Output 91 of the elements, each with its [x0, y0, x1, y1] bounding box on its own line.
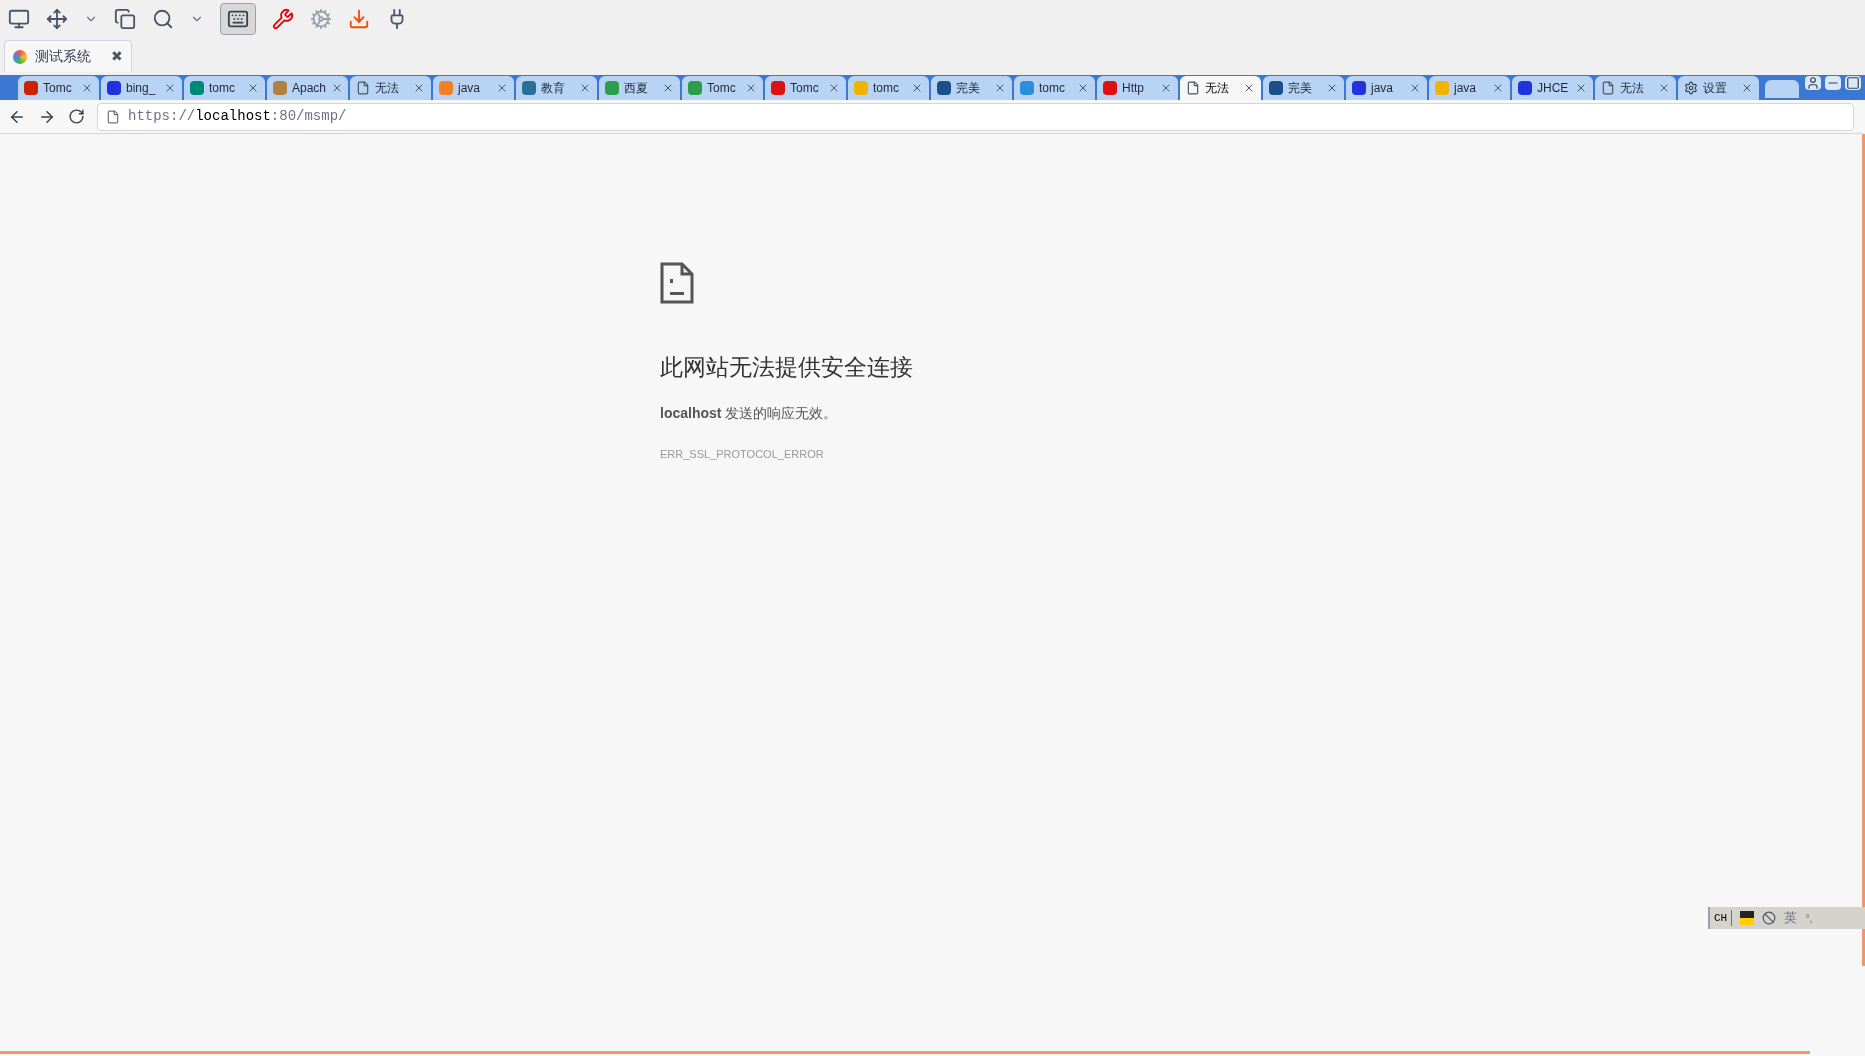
tab-title: 完美 — [1288, 80, 1313, 97]
error-title: 此网站无法提供安全连接 — [660, 353, 914, 382]
browser-tab[interactable]: tomc — [848, 76, 929, 100]
tab-title: 设置 — [1703, 80, 1728, 97]
browser-tab[interactable]: 设置 — [1678, 76, 1759, 100]
tab-title: Apach — [292, 80, 327, 97]
tab-title: tomc — [1039, 80, 1066, 97]
tab-title: JHCE — [1537, 80, 1570, 97]
close-icon[interactable] — [745, 82, 757, 94]
browser-tab[interactable]: 无法 — [1180, 76, 1261, 100]
browser-tab[interactable]: 完美 — [931, 76, 1012, 100]
page-icon — [1186, 81, 1200, 95]
browser-tab[interactable]: tomc — [184, 76, 265, 100]
close-icon[interactable] — [828, 82, 840, 94]
tab-title: tomc — [209, 80, 236, 97]
close-button[interactable]: ✖ — [111, 46, 123, 67]
close-icon[interactable] — [247, 82, 259, 94]
tab-title: 完美 — [956, 80, 981, 97]
browser-tab[interactable]: java — [433, 76, 514, 100]
browser-tab[interactable]: java — [1346, 76, 1427, 100]
close-icon[interactable] — [662, 82, 674, 94]
close-icon[interactable] — [1077, 82, 1089, 94]
browser-tab[interactable]: 完美 — [1263, 76, 1344, 100]
close-icon[interactable] — [1326, 82, 1338, 94]
tab-title: 西夏 — [624, 80, 649, 97]
browser-tab[interactable]: Http — [1097, 76, 1178, 100]
tab-title: 无法 — [375, 80, 400, 97]
tab-title: java — [1454, 80, 1477, 97]
tab-title: java — [1371, 80, 1394, 97]
tab-title: 无法 — [1620, 80, 1645, 97]
tab-title: bing_ — [126, 80, 157, 97]
settings-icon — [1684, 81, 1698, 95]
search-icon[interactable] — [152, 8, 174, 30]
close-icon[interactable] — [1160, 82, 1172, 94]
tab-title: tomc — [873, 80, 900, 97]
wrench-icon[interactable] — [272, 8, 294, 30]
address-bar[interactable]: https://localhost:80/msmp/ — [97, 102, 1854, 131]
tab-title: Tomc — [43, 80, 73, 97]
browser-tab[interactable]: 教育 — [516, 76, 597, 100]
browser-tab[interactable]: 西夏 — [599, 76, 680, 100]
close-icon[interactable] — [1243, 82, 1255, 94]
page-icon — [106, 109, 120, 124]
close-icon[interactable] — [164, 82, 176, 94]
tab-title: Http — [1122, 80, 1145, 97]
page-icon — [356, 81, 370, 95]
close-icon[interactable] — [1741, 82, 1753, 94]
close-icon[interactable] — [994, 82, 1006, 94]
reload-icon[interactable] — [68, 108, 85, 125]
close-icon[interactable] — [81, 82, 93, 94]
download-icon[interactable] — [348, 8, 370, 30]
close-icon[interactable] — [1492, 82, 1504, 94]
ime-language[interactable]: CH — [1714, 909, 1733, 927]
url-text: https://localhost:80/msmp/ — [128, 107, 347, 126]
browser-tab[interactable]: tomc — [1014, 76, 1095, 100]
user-icon[interactable] — [1805, 76, 1821, 90]
browser-tab[interactable]: 无法 — [1595, 76, 1676, 100]
close-icon[interactable] — [1575, 82, 1587, 94]
keyboard-button[interactable] — [220, 3, 256, 35]
block-icon[interactable] — [1762, 911, 1777, 925]
close-icon[interactable] — [579, 82, 591, 94]
maximize-icon[interactable] — [1845, 76, 1861, 90]
browser-tab[interactable]: JHCE — [1512, 76, 1593, 100]
browser-tab[interactable]: Apach — [267, 76, 348, 100]
close-icon[interactable] — [496, 82, 508, 94]
browser-tab[interactable]: Tomc — [765, 76, 846, 100]
app-logo-icon — [13, 49, 27, 64]
move-icon[interactable] — [46, 8, 68, 30]
page-icon — [1601, 81, 1615, 95]
tab-title: Tomc — [790, 80, 820, 97]
browser-tab[interactable]: Tomc — [682, 76, 763, 100]
tab-title: java — [458, 80, 481, 97]
close-icon[interactable] — [413, 82, 425, 94]
close-icon[interactable] — [1658, 82, 1670, 94]
sad-page-icon — [660, 262, 694, 304]
ime-punctuation[interactable]: °, — [1805, 909, 1813, 927]
keyboard-icon — [227, 8, 249, 30]
app-tab-title: 测试系统 — [35, 47, 91, 66]
browser-tab[interactable]: bing_ — [101, 76, 182, 100]
tab-title: 无法 — [1205, 80, 1230, 97]
error-message: localhost 发送的响应无效。 — [660, 403, 839, 423]
browser-tab[interactable]: Tomc — [18, 76, 99, 100]
tab-title: Tomc — [707, 80, 737, 97]
error-code: ERR_SSL_PROTOCOL_ERROR — [660, 446, 825, 462]
tab-title: 教育 — [541, 80, 566, 97]
browser-tab[interactable]: 无法 — [350, 76, 431, 100]
app-tab[interactable]: 测试系统 ✖ — [4, 40, 132, 72]
windows-icon[interactable] — [114, 8, 136, 30]
window-icon[interactable] — [8, 8, 30, 30]
browser-tab[interactable]: java — [1429, 76, 1510, 100]
close-icon[interactable] — [911, 82, 923, 94]
close-icon[interactable] — [1409, 82, 1421, 94]
